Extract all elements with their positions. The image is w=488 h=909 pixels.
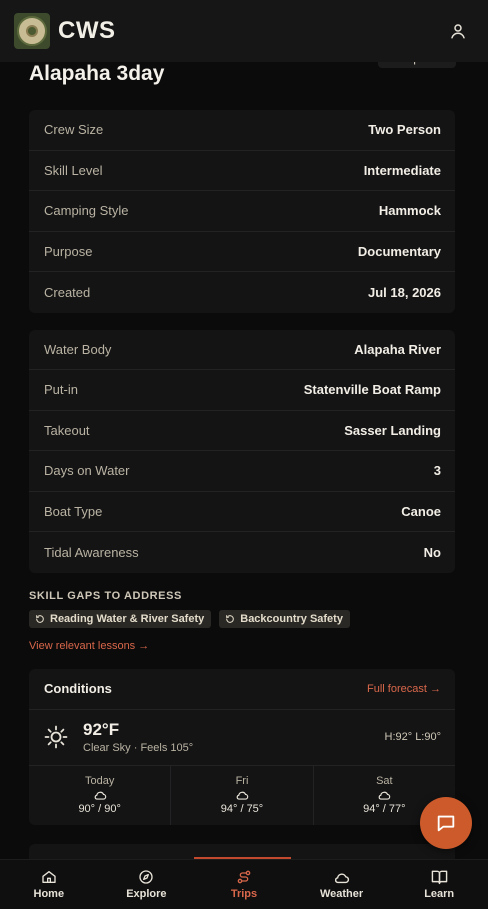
chat-button[interactable]: [420, 797, 472, 849]
detail-row-skill-level: Skill Level Intermediate: [29, 151, 455, 191]
chip-label: Reading Water & River Safety: [50, 612, 205, 625]
skill-gap-chips: Reading Water & River Safety Backcountry…: [29, 609, 459, 628]
nav-item-learn[interactable]: Learn: [390, 860, 488, 909]
cws-logo[interactable]: [14, 13, 50, 49]
day-name: Fri: [235, 775, 249, 787]
nav-label: Weather: [319, 887, 364, 900]
chat-icon: [437, 815, 455, 832]
row-label: Put-in: [44, 382, 78, 398]
daily-forecast: Today 90° / 90° Fri 94° / 75° Sat 94° / …: [29, 765, 455, 825]
detail-row-crew-size: Crew Size Two Person: [29, 110, 455, 151]
cloud-icon: [335, 872, 350, 883]
chip-label: Backcountry Safety: [240, 612, 343, 625]
conditions-title: Conditions: [44, 681, 112, 696]
row-value: Statenville Boat Ramp: [303, 382, 441, 398]
nav-item-explore[interactable]: Explore: [98, 860, 196, 909]
detail-row-put-in: Put-in Statenville Boat Ramp: [29, 370, 455, 411]
nav-item-home[interactable]: Home: [0, 860, 98, 909]
top-app-bar: CWS: [0, 0, 488, 62]
cloud-icon: [236, 791, 249, 800]
nav-label: Home: [33, 888, 65, 900]
day-name: Sat: [376, 775, 393, 787]
home-icon: [42, 871, 56, 883]
trip-detail-scroll[interactable]: Edit Completed Alapaha 3day Crew SizeTwo…: [0, 40, 488, 825]
nav-label: Explore: [126, 888, 167, 900]
row-label: Crew Size: [44, 122, 104, 138]
refresh-icon: [226, 614, 235, 623]
row-label: Skill Level: [44, 162, 103, 178]
day-name: Today: [84, 775, 115, 787]
bottom-nav: Home Explore Trips Weather Learn: [0, 859, 488, 909]
detail-row-days-on-water: Days on Water 3: [29, 451, 455, 492]
day-range: 94° / 77°: [363, 803, 406, 815]
detail-row-created: Created Jul 18, 2026: [29, 272, 455, 313]
row-label: Takeout: [44, 422, 90, 438]
row-value: No: [423, 544, 441, 560]
trip-profile-card: Crew Size Two Person Skill Level Intermedi…: [29, 110, 455, 313]
skill-gap-chip[interactable]: Backcountry Safety: [219, 609, 350, 628]
row-value: Canoe: [401, 503, 441, 519]
row-value: Sasser Landing: [344, 422, 441, 438]
book-icon: [431, 870, 447, 885]
day-range: 90° / 90°: [78, 803, 121, 815]
nav-item-trips[interactable]: Trips: [195, 860, 293, 909]
nav-label: Learn: [424, 888, 455, 900]
row-label: Water Body: [44, 341, 112, 357]
row-label: Days on Water: [44, 463, 130, 479]
cloud-icon: [94, 791, 106, 800]
current-conditions: 92°F Clear Sky · Feels 105° H:92° L:90°: [29, 710, 455, 766]
row-value: Documentary: [357, 243, 441, 259]
water-details-card: Water Body Alapaha River Put-in Statenvill…: [29, 329, 455, 573]
full-forecast-link[interactable]: Full forecast →: [367, 683, 441, 695]
detail-row-camping-style: Camping Style Hammock: [29, 191, 455, 232]
trip-title: Alapaha 3day: [29, 62, 165, 85]
row-label: Created: [44, 284, 91, 300]
compass-icon: [139, 870, 154, 884]
detail-row-boat-type: Boat Type Canoe: [29, 492, 455, 532]
row-value: Two Person: [368, 122, 441, 138]
view-lessons-link[interactable]: View relevant lessons →: [29, 640, 459, 652]
forecast-day: Today 90° / 90°: [29, 765, 172, 825]
detail-row-water-body: Water Body Alapaha River: [29, 330, 455, 370]
refresh-icon: [36, 614, 44, 623]
row-label: Purpose: [44, 243, 93, 259]
conditions-card: Conditions Full forecast → 92°F Clear Sk…: [29, 668, 455, 825]
detail-row-purpose: Purpose Documentary: [29, 232, 455, 272]
forecast-day: Fri 94° / 75°: [171, 765, 314, 825]
row-value: Hammock: [378, 203, 441, 219]
row-value: Alapaha River: [354, 341, 441, 357]
row-value: Intermediate: [363, 162, 441, 178]
sun-icon: [44, 725, 68, 749]
row-label: Boat Type: [44, 503, 103, 519]
nav-label: Trips: [230, 888, 258, 900]
detail-row-takeout: Takeout Sasser Landing: [29, 411, 455, 451]
detail-row-tidal-awareness: Tidal Awareness No: [29, 532, 455, 573]
user-icon[interactable]: [444, 17, 472, 45]
row-value: 3: [433, 463, 441, 479]
current-temperature: 92°F: [83, 720, 120, 739]
row-value: Jul 18, 2026: [368, 284, 441, 300]
high-low: H:92° L:90°: [384, 731, 442, 743]
row-label: Camping Style: [44, 203, 129, 219]
day-range: 94° / 75°: [220, 803, 264, 815]
brand-name: CWS: [58, 17, 116, 44]
skill-gaps-heading: SKILL GAPS TO ADDRESS: [29, 589, 182, 602]
route-icon: [237, 870, 251, 884]
row-label: Tidal Awareness: [44, 544, 139, 560]
cloud-icon: [379, 791, 391, 800]
nav-item-weather[interactable]: Weather: [293, 860, 391, 909]
skill-gap-chip[interactable]: Reading Water & River Safety: [29, 609, 212, 628]
current-description: Clear Sky · Feels 105°: [83, 742, 194, 754]
